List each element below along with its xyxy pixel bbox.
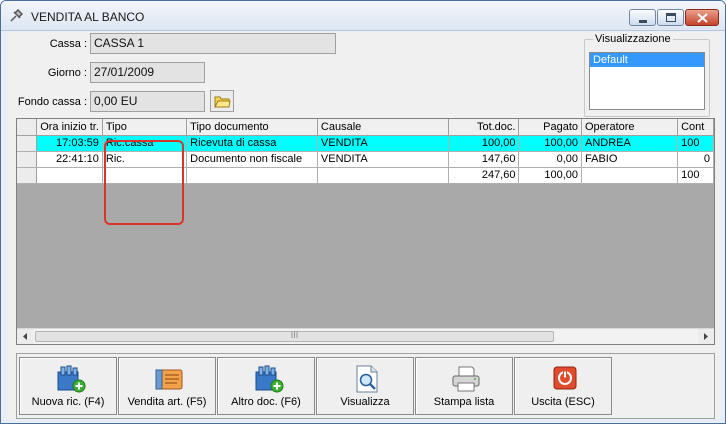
visualizzazione-list[interactable]: Default [589,52,705,110]
printer-icon [452,366,480,392]
visualizzazione-item-default[interactable]: Default [590,53,704,67]
row-indicator-header [17,119,38,136]
cassa-field[interactable]: CASSA 1 [90,33,336,54]
total-cont: 100 [677,167,714,184]
giorno-field[interactable]: 27/01/2009 [90,62,205,83]
altro-documento-button[interactable]: Altro doc. (F6) [217,357,315,415]
cell-operatore: FABIO [581,151,679,168]
cell-tipo-documento: Documento non fiscale [186,151,318,168]
nuova-ricevuta-button[interactable]: Nuova ric. (F4) [19,357,117,415]
maximize-button[interactable] [657,9,684,26]
annotation-highlight [104,140,184,225]
col-header-tipo-documento[interactable]: Tipo documento [186,119,318,136]
minimize-button[interactable] [629,9,656,26]
client-area: Cassa : CASSA 1 Giorno : 27/01/2009 Fond… [7,32,720,419]
arrow-left-icon [23,333,27,340]
cell-tot-doc: 147,60 [448,151,520,168]
cell-causale: VENDITA [317,135,450,152]
visualizzazione-group: Visualizzazione Default [584,33,710,117]
cell-tipo-documento: Ricevuta di cassa [186,135,318,152]
row-indicator [17,167,38,184]
exit-icon [553,366,577,390]
col-header-ora[interactable]: Ora inizio tr. [36,119,103,136]
other-doc-icon [255,365,284,393]
cassa-label: Cassa : [49,38,87,50]
col-header-causale[interactable]: Causale [317,119,450,136]
visualizzazione-legend: Visualizzazione [593,33,673,45]
fondo-cassa-field[interactable]: 0,00 EU [90,91,205,112]
scroll-thumb[interactable]: III [35,330,554,342]
total-tot-doc: 247,60 [448,167,520,184]
arrow-right-icon [704,333,708,340]
total-cell [581,167,679,184]
cell-pagato: 100,00 [518,135,582,152]
cell-ora: 17:03:59 [36,135,103,152]
uscita-label: Uscita (ESC) [531,396,595,408]
total-pagato: 100,00 [518,167,582,184]
horizontal-scrollbar[interactable]: III [17,328,714,344]
main-window: VENDITA AL BANCO Cassa : CASSA 1 Giorno … [0,0,726,424]
row-indicator[interactable] [17,135,38,152]
col-header-pagato[interactable]: Pagato [518,119,582,136]
uscita-button[interactable]: Uscita (ESC) [514,357,612,415]
sell-item-icon [155,369,183,390]
col-header-tot-doc[interactable]: Tot.doc. [448,119,520,136]
vendita-articolo-button[interactable]: Vendita art. (F5) [118,357,216,415]
col-header-operatore[interactable]: Operatore [581,119,679,136]
cell-ora: 22:41:10 [36,151,103,168]
scroll-right-button[interactable] [698,329,714,344]
col-header-tipo[interactable]: Tipo [102,119,188,136]
close-icon [697,13,708,23]
cell-tot-doc: 100,00 [448,135,520,152]
giorno-label: Giorno : [47,67,87,79]
title-bar[interactable]: VENDITA AL BANCO [1,1,725,31]
view-document-icon [356,365,378,393]
visualizza-button[interactable]: Visualizza [316,357,414,415]
stampa-lista-label: Stampa lista [433,396,495,408]
fondo-cassa-label: Fondo cassa : [17,96,87,108]
scroll-left-button[interactable] [17,329,33,344]
cell-cont: 100 [677,135,714,152]
row-indicator[interactable] [17,151,38,168]
window-title: VENDITA AL BANCO [31,10,145,24]
folder-icon [214,96,231,108]
open-folder-button[interactable] [210,90,234,112]
scroll-grip: III [290,330,299,340]
cell-operatore: ANDREA [581,135,679,152]
total-cell [317,167,450,184]
altro-documento-label: Altro doc. (F6) [231,396,301,408]
new-receipt-icon [57,365,86,393]
total-cell [36,167,103,184]
action-toolbar: Nuova ric. (F4) Vendita art. (F5) Altro … [16,353,715,419]
cell-pagato: 0,00 [518,151,582,168]
visualizza-label: Visualizza [340,396,390,408]
close-button[interactable] [685,9,719,26]
col-header-cont[interactable]: Cont [677,119,714,136]
total-cell [186,167,318,184]
vendita-articolo-label: Vendita art. (F5) [127,396,207,408]
cell-causale: VENDITA [317,151,450,168]
app-icon [10,9,23,22]
nuova-ricevuta-label: Nuova ric. (F4) [31,396,105,408]
grid-header: Ora inizio tr. Tipo Tipo documento Causa… [17,119,714,136]
stampa-lista-button[interactable]: Stampa lista [415,357,513,415]
cell-cont: 0 [677,151,714,168]
